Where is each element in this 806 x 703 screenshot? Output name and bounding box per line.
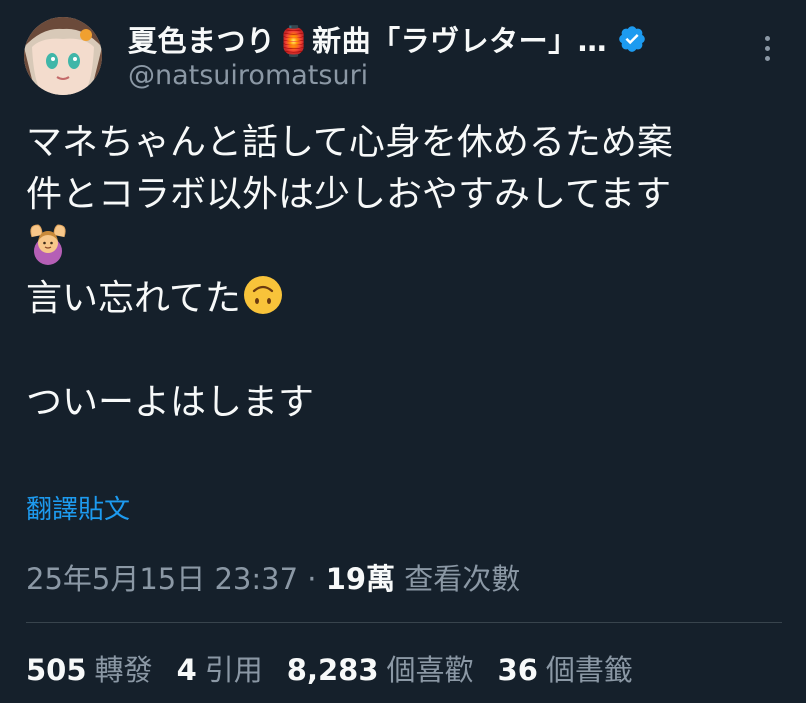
retweets-label: 轉發	[94, 653, 153, 687]
timestamp-link[interactable]: 25年5月15日 23:37	[26, 562, 298, 596]
tweet-container: 夏色まつり🏮新曲「ラヴレター」… @natsuiromatsuri マネちゃんと…	[0, 0, 806, 703]
likes-stat[interactable]: 8,283 個喜歡	[287, 647, 474, 689]
tweet-line: ついーよはします	[26, 382, 315, 423]
person-gesturing-ok-emoji	[26, 221, 70, 265]
verified-badge-icon[interactable]	[617, 24, 647, 54]
tweet-line: マネちゃんと話して心身を休めるため案	[26, 122, 673, 163]
author-display-name[interactable]: 夏色まつり🏮新曲「ラヴレター」…	[128, 18, 607, 60]
author-handle[interactable]: @natsuiromatsuri	[128, 60, 368, 91]
tweet-line: 言い忘れてた	[26, 273, 786, 325]
engagement-stats: 505 轉發 4 引用 8,283 個喜歡 36 個書籤	[26, 647, 657, 689]
views-count: 19萬	[325, 562, 396, 596]
tweet-line: 件とコラボ以外は少しおやすみしてます	[26, 174, 672, 215]
translate-post-link[interactable]: 翻譯貼文	[26, 489, 130, 526]
likes-label: 個喜歡	[386, 653, 474, 687]
views-label: 查看次數	[404, 562, 521, 596]
likes-count: 8,283	[286, 653, 379, 687]
more-dot-icon	[764, 45, 770, 51]
tweet-text: マネちゃんと話して心身を休めるため案 件とコラボ以外は少しおやすみしてます 言い…	[26, 117, 786, 429]
retweets-stat[interactable]: 505 轉發	[26, 647, 153, 689]
quotes-count: 4	[176, 653, 197, 687]
divider	[26, 622, 782, 623]
meta-separator: ·	[298, 562, 326, 596]
quotes-label: 引用	[204, 653, 263, 687]
upside-down-face-emoji	[241, 273, 285, 317]
tweet-meta: 25年5月15日 23:37 · 19萬 查看次數	[26, 556, 520, 598]
tweet-line	[26, 325, 786, 377]
quotes-stat[interactable]: 4 引用	[177, 647, 263, 689]
more-dot-icon	[764, 35, 770, 41]
avatar[interactable]	[24, 17, 102, 95]
tweet-line-text: 言い忘れてた	[26, 278, 241, 319]
more-dot-icon	[764, 55, 770, 61]
retweets-count: 505	[26, 653, 87, 687]
bookmarks-count: 36	[497, 653, 538, 687]
bookmarks-label: 個書籤	[545, 653, 633, 687]
author-name-row[interactable]: 夏色まつり🏮新曲「ラヴレター」…	[128, 18, 647, 60]
more-options-button[interactable]	[752, 28, 782, 68]
tweet-line	[26, 221, 786, 273]
bookmarks-stat[interactable]: 36 個書籤	[498, 647, 633, 689]
